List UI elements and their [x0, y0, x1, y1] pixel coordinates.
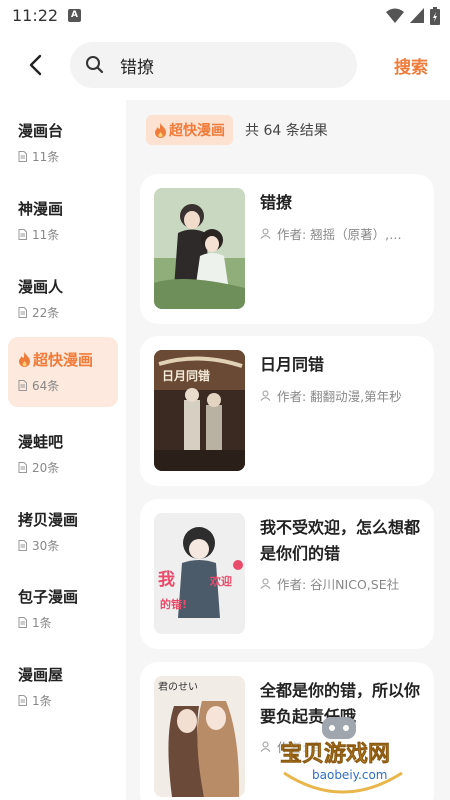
fire-icon — [19, 352, 30, 367]
document-icon — [18, 380, 27, 391]
chevron-left-icon — [29, 54, 42, 76]
comic-author: 作者: 谷川NICO,SE社 — [260, 574, 418, 593]
svg-text:君のせい: 君のせい — [158, 681, 198, 693]
comic-cover — [154, 188, 245, 309]
user-icon — [260, 228, 271, 239]
site-watermark: 宝贝游戏网 baobeiy.com — [272, 715, 422, 795]
document-icon — [18, 540, 27, 551]
wifi-icon — [386, 8, 404, 23]
svg-text:欢迎: 欢迎 — [209, 574, 232, 588]
document-icon — [18, 462, 27, 473]
source-badge: 超快漫画 — [146, 115, 233, 145]
battery-icon — [430, 7, 440, 25]
sidebar-item-label: 拷贝漫画 — [18, 511, 79, 529]
comic-title: 错撩 — [260, 193, 293, 212]
status-time: 11:22 — [12, 6, 59, 25]
sidebar-item-count: 30条 — [18, 537, 59, 554]
search-button[interactable]: 搜索 — [394, 53, 428, 78]
sidebar-item-source[interactable]: 拷贝漫画 30条 — [8, 497, 118, 567]
document-icon — [18, 151, 27, 162]
comic-cover: 君のせい — [154, 676, 245, 797]
sidebar-item-source[interactable]: 漫画台 11条 — [8, 108, 118, 178]
svg-text:日月同错: 日月同错 — [162, 368, 210, 383]
back-button[interactable] — [20, 50, 50, 80]
sidebar-item-count: 1条 — [18, 614, 52, 631]
notification-icon: A — [68, 9, 81, 22]
sidebar-item-label: 超快漫画 — [18, 349, 93, 370]
sidebar-item-label: 漫蛙吧 — [18, 433, 64, 451]
sidebar-item-label: 漫画人 — [18, 278, 64, 296]
sidebar-item-source-active[interactable]: 超快漫画 64条 — [8, 337, 118, 407]
comic-author: 作者: 翘摇（原著）,… — [260, 224, 418, 243]
sidebar-item-label: 包子漫画 — [18, 588, 79, 606]
svg-text:的错!: 的错! — [160, 597, 187, 611]
watermark-url: baobeiy.com — [312, 768, 387, 782]
sidebar-item-label: 漫画台 — [18, 122, 64, 140]
search-box[interactable] — [70, 42, 357, 88]
sidebar-item-count: 11条 — [18, 226, 59, 243]
comic-cover: 我 欢迎 的错! — [154, 513, 245, 634]
user-icon — [260, 578, 271, 589]
search-header: 搜索 — [0, 32, 450, 100]
comic-card[interactable]: 错撩 作者: 翘摇（原著）,… — [140, 174, 434, 324]
status-icons — [386, 7, 440, 25]
comic-card[interactable]: 我 欢迎 的错! 我不受欢迎，怎么想都是你们的错 作者: 谷川NICO,SE社 — [140, 499, 434, 649]
sidebar-item-count: 1条 — [18, 692, 52, 709]
watermark-title: 宝贝游戏网 — [280, 741, 390, 767]
document-icon — [18, 307, 27, 318]
sidebar-item-source[interactable]: 神漫画 11条 — [8, 186, 118, 256]
user-icon — [260, 390, 271, 401]
result-count: 共 64 条结果 — [245, 123, 328, 139]
sidebar-item-count: 11条 — [18, 148, 59, 165]
document-icon — [18, 229, 27, 240]
comic-title: 日月同错 — [260, 355, 325, 374]
sidebar-item-source[interactable]: 包子漫画 1条 — [8, 574, 118, 644]
sidebar-item-count: 20条 — [18, 459, 59, 476]
signal-icon — [410, 8, 424, 23]
document-icon — [18, 617, 27, 628]
comic-card[interactable]: 日月同错 日月同错 作者: 翻翻动漫,第年秒 — [140, 336, 434, 486]
comic-author: 作者: 翻翻动漫,第年秒 — [260, 386, 418, 405]
comic-title: 我不受欢迎，怎么想都是你们的错 — [260, 518, 421, 563]
sidebar-item-count: 22条 — [18, 304, 59, 321]
user-icon — [260, 741, 271, 752]
sidebar-item-source[interactable]: 漫画人 22条 — [8, 264, 118, 334]
status-bar: 11:22 A — [0, 0, 450, 32]
search-icon — [86, 56, 104, 74]
source-sidebar: 漫画台 11条 神漫画 11条 漫画人 22条 超快漫画 64条 漫蛙吧 20条… — [0, 100, 126, 800]
fire-icon — [155, 122, 166, 138]
sidebar-item-label: 神漫画 — [18, 200, 64, 218]
svg-text:我: 我 — [158, 570, 175, 590]
results-header: 超快漫画 共 64 条结果 — [146, 115, 328, 145]
sidebar-item-count: 64条 — [18, 377, 59, 394]
document-icon — [18, 695, 27, 706]
sidebar-item-source[interactable]: 漫蛙吧 20条 — [8, 419, 118, 489]
sidebar-item-label: 漫画屋 — [18, 666, 64, 684]
comic-cover: 日月同错 — [154, 350, 245, 471]
search-input[interactable] — [120, 42, 340, 88]
sidebar-item-source[interactable]: 漫画屋 1条 — [8, 652, 118, 722]
